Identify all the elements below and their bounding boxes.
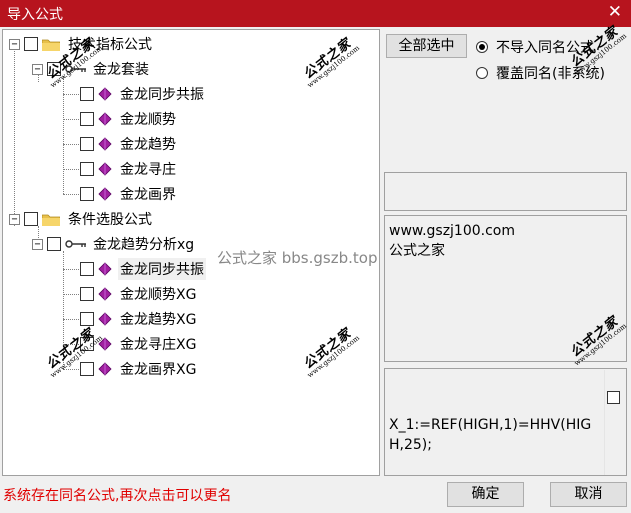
tree-item[interactable]: 金龙画界 (80, 183, 178, 205)
checkbox[interactable] (80, 137, 94, 151)
radio-label: 覆盖同名(非系统) (496, 66, 605, 82)
key-icon (65, 240, 86, 248)
tree-label: 金龙顺势 (120, 112, 176, 128)
tree-item[interactable]: 金龙趋势XG (80, 308, 198, 330)
tree-node-suite[interactable]: − 金龙套装 (32, 58, 151, 80)
tree-connector (63, 169, 79, 170)
tree-connector (14, 48, 15, 226)
formula-gem-icon (98, 312, 112, 326)
collapse-icon[interactable]: − (9, 213, 20, 225)
checkbox[interactable] (80, 312, 94, 326)
tree-connector (63, 194, 79, 195)
input-box[interactable] (384, 172, 627, 211)
formula-gem-icon (98, 87, 112, 101)
tree-label: 技术指标公式 (68, 37, 152, 53)
description-url: www.gszj100.com (389, 223, 516, 239)
tree-connector (63, 369, 79, 370)
watermark-stamp: 公式之家 www.gszj100.com (300, 326, 362, 380)
tree-label: 条件选股公式 (68, 212, 152, 228)
tree-label-selected: 金龙同步共振 (118, 258, 206, 280)
checkbox[interactable] (80, 87, 94, 101)
radio-skip-duplicates[interactable]: 不导入同名公式 (476, 37, 594, 57)
formula-gem-icon (98, 262, 112, 276)
checkbox[interactable] (47, 237, 61, 251)
formula-gem-icon (98, 337, 112, 351)
code-scrollbar[interactable] (604, 370, 624, 475)
watermark-stamp: 公式之家 www.gszj100.com (300, 36, 362, 90)
ok-button[interactable]: 确定 (447, 482, 524, 507)
tree-connector (63, 94, 79, 95)
checkbox[interactable] (80, 287, 94, 301)
radio-label: 不导入同名公式 (496, 40, 594, 56)
tree-connector (63, 269, 79, 270)
formula-tree[interactable]: − 技术指标公式 − 金龙套装 金龙同步共振 金龙顺势 金龙趋势 金龙寻庄 金龙… (2, 29, 380, 476)
checkbox[interactable] (80, 187, 94, 201)
tree-connector (63, 144, 79, 145)
radio-overwrite-duplicates[interactable]: 覆盖同名(非系统) (476, 63, 605, 83)
tree-label: 金龙趋势 (120, 137, 176, 153)
tree-label: 金龙套装 (93, 62, 149, 78)
formula-gem-icon (98, 137, 112, 151)
tree-label: 金龙画界 (120, 187, 176, 203)
description-text: www.gszj100.com 公式之家 (389, 221, 515, 261)
cancel-button[interactable]: 取消 (550, 482, 627, 507)
formula-gem-icon (98, 112, 112, 126)
collapse-icon[interactable]: − (32, 63, 43, 75)
tree-item[interactable]: 金龙同步共振 (80, 258, 206, 280)
status-message: 系统存在同名公式,再次点击可以更名 (3, 488, 232, 504)
tree-connector (63, 319, 79, 320)
tree-node-indicator-group[interactable]: − 技术指标公式 (9, 33, 154, 55)
tree-item[interactable]: 金龙趋势 (80, 133, 178, 155)
close-icon[interactable]: ✕ (608, 2, 622, 22)
checkbox[interactable] (80, 337, 94, 351)
tree-label: 金龙寻庄 (120, 162, 176, 178)
tree-label: 金龙顺势XG (120, 287, 197, 303)
tree-item[interactable]: 金龙寻庄XG (80, 333, 198, 355)
tree-label: 金龙寻庄XG (120, 337, 197, 353)
window-title: 导入公式 (7, 7, 63, 23)
checkbox[interactable] (80, 362, 94, 376)
checkbox[interactable] (80, 112, 94, 126)
radio-button-checked[interactable] (476, 41, 488, 53)
key-icon (65, 65, 86, 73)
tree-label: 金龙趋势XG (120, 312, 197, 328)
tree-item[interactable]: 金龙顺势 (80, 108, 178, 130)
title-bar: 导入公式 ✕ (0, 0, 631, 27)
formula-gem-icon (98, 187, 112, 201)
collapse-icon[interactable]: − (9, 38, 20, 50)
formula-code: X_1:=REF(HIGH,1)=HHV(HIGH,25); (389, 417, 592, 453)
checkbox[interactable] (24, 37, 38, 51)
tree-label: 金龙画界XG (120, 362, 197, 378)
tree-connector (63, 294, 79, 295)
checkbox[interactable] (24, 212, 38, 226)
description-name: 公式之家 (389, 243, 445, 259)
select-all-button[interactable]: 全部选中 (386, 34, 467, 58)
tree-connector (63, 344, 79, 345)
collapse-icon[interactable]: − (32, 238, 43, 250)
tree-item[interactable]: 金龙同步共振 (80, 83, 206, 105)
checkbox[interactable] (80, 262, 94, 276)
code-checkbox[interactable] (607, 391, 620, 404)
folder-icon (42, 39, 60, 51)
tree-node-trend-analysis[interactable]: − 金龙趋势分析xg (32, 233, 196, 255)
tree-connector (63, 119, 79, 120)
formula-gem-icon (98, 162, 112, 176)
checkbox[interactable] (47, 62, 61, 76)
folder-icon (42, 214, 60, 226)
tree-item[interactable]: 金龙寻庄 (80, 158, 178, 180)
tree-item[interactable]: 金龙顺势XG (80, 283, 198, 305)
formula-gem-icon (98, 362, 112, 376)
formula-gem-icon (98, 287, 112, 301)
tree-label: 金龙同步共振 (120, 87, 204, 103)
checkbox[interactable] (80, 162, 94, 176)
tree-node-screener-group[interactable]: − 条件选股公式 (9, 208, 154, 230)
radio-button[interactable] (476, 67, 488, 79)
tree-label: 金龙趋势分析xg (93, 237, 195, 253)
tree-item[interactable]: 金龙画界XG (80, 358, 198, 380)
